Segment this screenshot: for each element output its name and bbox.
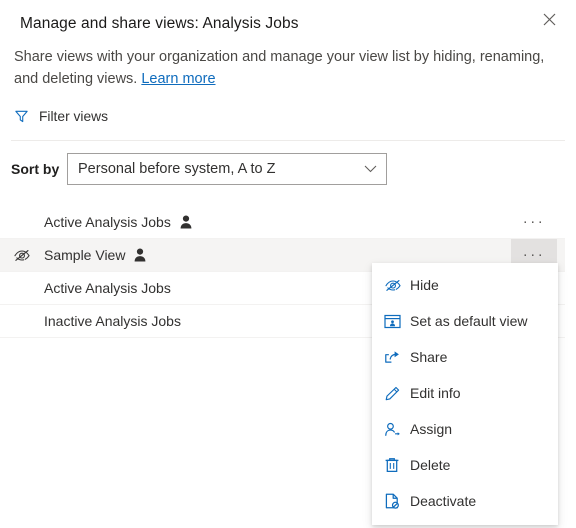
person-icon — [134, 248, 146, 262]
menu-item-edit-info[interactable]: Edit info — [372, 375, 558, 411]
menu-item-label: Set as default view — [410, 313, 528, 329]
view-row-name: Sample View — [44, 247, 126, 263]
filter-views-label: Filter views — [39, 108, 108, 124]
menu-item-set-as-default-view[interactable]: Set as default view — [372, 303, 558, 339]
view-context-menu: Hide Set as default view Share Edit info… — [372, 263, 558, 525]
menu-item-delete[interactable]: Delete — [372, 447, 558, 483]
deactivate-document-icon — [384, 493, 410, 509]
learn-more-link[interactable]: Learn more — [141, 71, 215, 87]
menu-item-label: Assign — [410, 421, 453, 437]
share-icon — [384, 350, 410, 365]
view-row-more-button-0[interactable]: ··· — [511, 206, 557, 238]
description-text: Share views with your organization and m… — [14, 49, 545, 87]
menu-item-hide[interactable]: Hide — [372, 267, 558, 303]
chevron-down-icon — [364, 165, 377, 174]
ellipsis-icon: ··· — [522, 213, 546, 230]
close-button[interactable] — [532, 4, 566, 34]
menu-item-label: Delete — [410, 457, 451, 473]
menu-item-assign[interactable]: Assign — [372, 411, 558, 447]
view-row-label-wrap-3: Inactive Analysis Jobs — [44, 313, 181, 329]
sort-row: Sort by Personal before system, A to Z — [0, 141, 576, 185]
menu-item-deactivate[interactable]: Deactivate — [372, 483, 558, 519]
filter-funnel-icon — [14, 109, 29, 124]
view-row-label-wrap-2: Active Analysis Jobs — [44, 280, 171, 296]
view-list-row-0[interactable]: Active Analysis Jobs ··· — [0, 206, 565, 239]
view-row-label-wrap-0: Active Analysis Jobs — [44, 214, 192, 230]
delete-trash-icon — [384, 457, 410, 473]
view-row-name: Active Analysis Jobs — [44, 214, 171, 230]
menu-item-label: Deactivate — [410, 493, 477, 509]
hide-eye-slash-icon — [0, 248, 44, 263]
person-icon — [180, 215, 192, 229]
dialog-header: Manage and share views: Analysis Jobs — [0, 0, 576, 34]
menu-item-label: Edit info — [410, 385, 461, 401]
close-icon — [543, 13, 556, 26]
page-title: Manage and share views: Analysis Jobs — [20, 15, 299, 32]
set-default-view-icon — [384, 314, 410, 329]
ellipsis-icon: ··· — [522, 246, 546, 263]
dialog-description: Share views with your organization and m… — [0, 34, 568, 90]
view-row-name: Inactive Analysis Jobs — [44, 313, 181, 329]
menu-item-label: Share — [410, 349, 448, 365]
view-row-label-wrap-1: Sample View — [44, 247, 146, 263]
menu-item-share[interactable]: Share — [372, 339, 558, 375]
sort-by-selected-value: Personal before system, A to Z — [78, 161, 276, 177]
menu-item-label: Hide — [410, 277, 439, 293]
hide-eye-slash-icon — [384, 278, 410, 293]
assign-person-icon — [384, 422, 410, 437]
sort-by-label: Sort by — [11, 161, 60, 177]
filter-views-button[interactable]: Filter views — [0, 90, 154, 128]
sort-by-dropdown[interactable]: Personal before system, A to Z — [67, 153, 387, 185]
edit-pencil-icon — [384, 386, 410, 401]
view-row-name: Active Analysis Jobs — [44, 280, 171, 296]
